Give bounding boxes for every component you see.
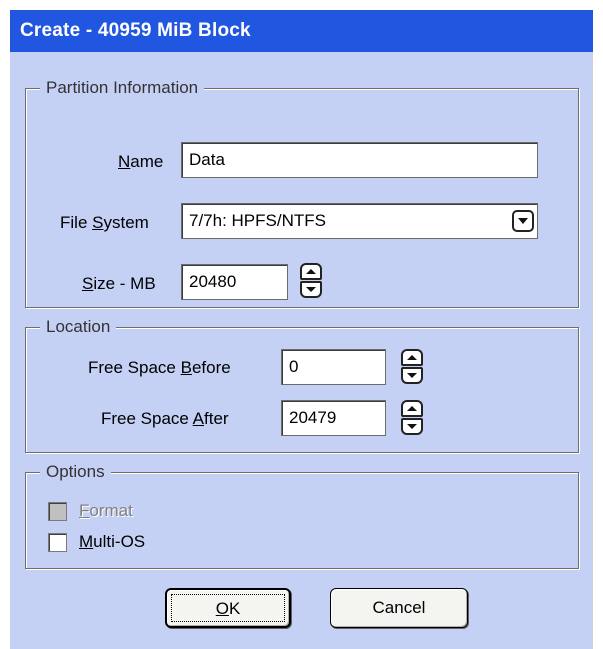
- create-partition-dialog: Create - 40959 MiB Block Partition Infor…: [10, 10, 593, 649]
- file-system-dropdown-button[interactable]: [512, 210, 534, 232]
- file-system-label: File System: [60, 213, 149, 232]
- name-input[interactable]: Data: [181, 142, 538, 178]
- free-space-before-label: Free Space Before: [88, 358, 231, 377]
- cancel-button[interactable]: Cancel: [330, 588, 468, 628]
- format-checkbox[interactable]: [48, 502, 67, 521]
- free-space-before-spinner[interactable]: [401, 349, 425, 385]
- size-mb-input[interactable]: 20480: [181, 264, 288, 300]
- spin-down-icon[interactable]: [300, 281, 322, 298]
- file-system-select[interactable]: 7/7h: HPFS/NTFS: [181, 203, 538, 239]
- spin-down-icon[interactable]: [401, 367, 423, 384]
- options-legend: Options: [40, 462, 111, 482]
- spin-down-icon[interactable]: [401, 418, 423, 435]
- format-label: Format: [79, 501, 133, 520]
- size-mb-label: Size - MB: [82, 274, 156, 293]
- file-system-value: 7/7h: HPFS/NTFS: [189, 211, 326, 230]
- name-label: Name: [118, 152, 164, 171]
- free-space-after-input[interactable]: 20479: [281, 400, 386, 436]
- free-space-after-spinner[interactable]: [401, 400, 425, 436]
- partition-information-group: Partition Information Name Data File Sys…: [25, 78, 579, 308]
- spin-up-icon[interactable]: [401, 349, 423, 366]
- multi-os-label: Multi-OS: [79, 532, 146, 551]
- ok-button[interactable]: OK: [165, 588, 291, 628]
- free-space-before-input[interactable]: 0: [281, 349, 386, 385]
- location-legend: Location: [40, 317, 117, 337]
- free-space-after-label: Free Space After: [101, 409, 229, 428]
- spin-up-icon[interactable]: [300, 263, 322, 280]
- partition-information-legend: Partition Information: [40, 78, 205, 98]
- multi-os-checkbox[interactable]: [48, 533, 67, 552]
- spin-up-icon[interactable]: [401, 400, 423, 417]
- size-mb-spinner[interactable]: [300, 263, 324, 299]
- dialog-title: Create - 40959 MiB Block: [10, 10, 593, 52]
- location-group: Location Free Space Before 0 Free Space …: [25, 317, 579, 453]
- options-group: Options Format Multi-OS: [25, 462, 579, 569]
